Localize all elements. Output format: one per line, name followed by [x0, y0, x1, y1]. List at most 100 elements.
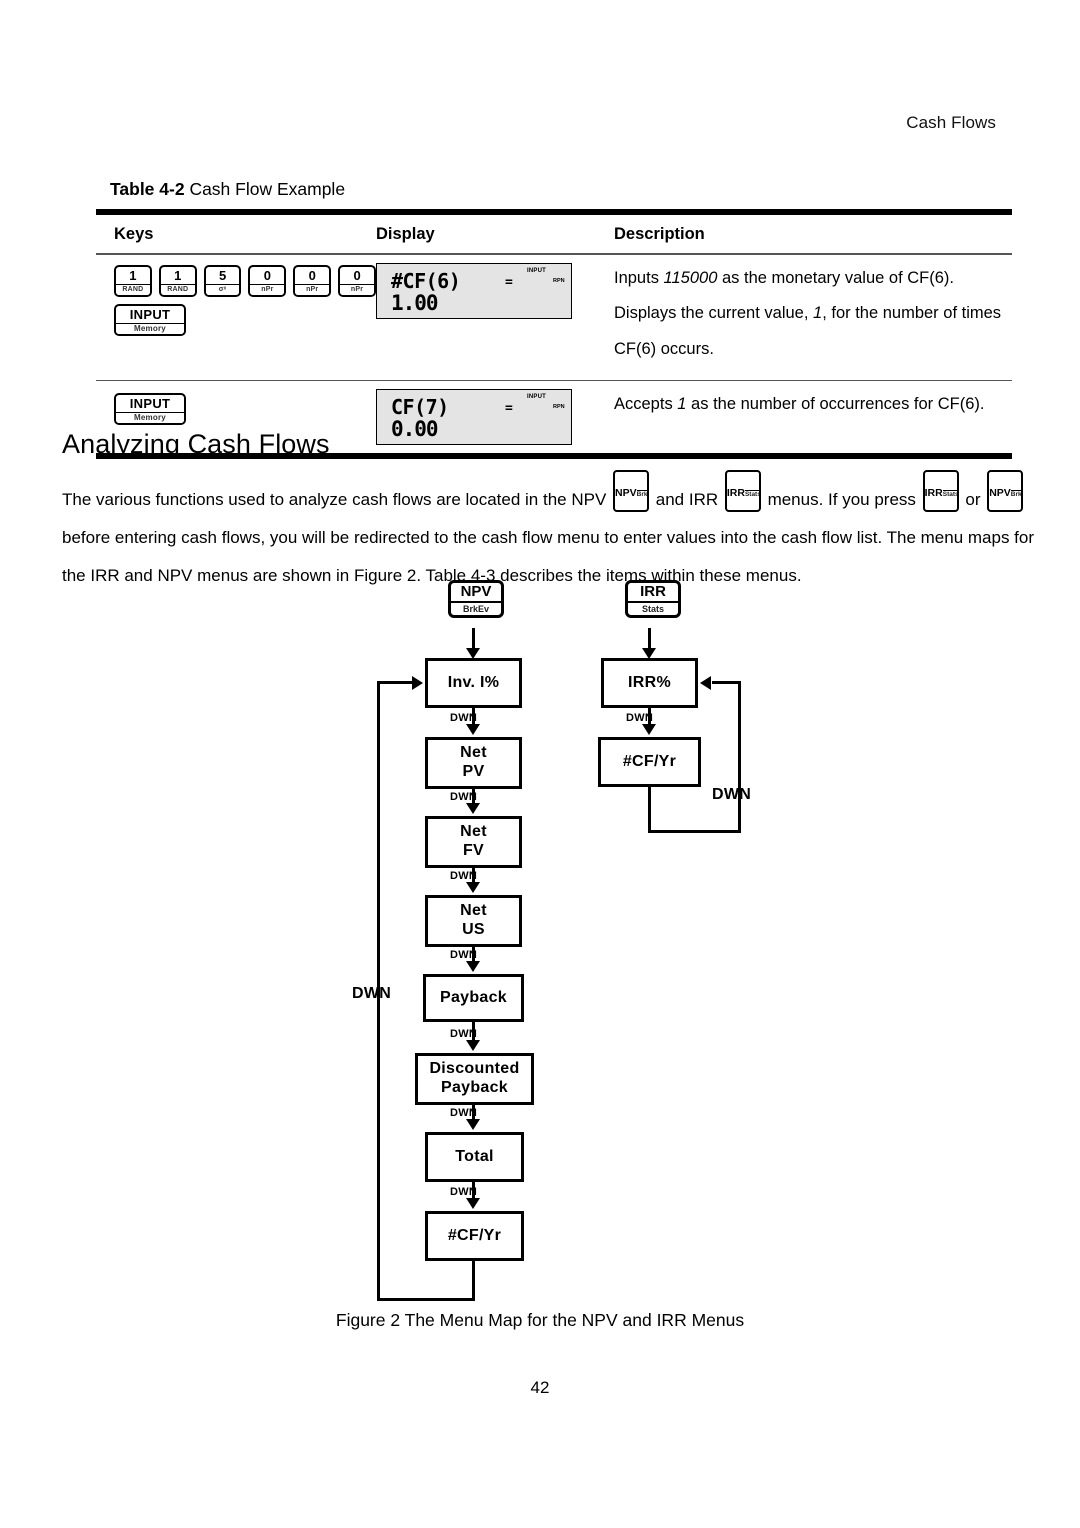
key-sequence: 1 RAND 1 RAND 5 σˣ 0 nPr 0 nPr 0 nPr: [114, 264, 376, 297]
key-main-label: NPV: [615, 487, 637, 499]
menu-node-discounted-payback[interactable]: Discounted Payback: [415, 1053, 534, 1105]
lcd-value: 0.00: [391, 417, 439, 442]
cash-flow-example-table: Keys Display Description 1 RAND 1 RAND 5…: [96, 209, 1012, 460]
npv-brkev-key-icon-2[interactable]: NPVBrkEv: [987, 470, 1024, 512]
calculator-key-input-memory[interactable]: INPUT Memory: [114, 393, 186, 426]
key-main-label: IRR: [640, 583, 666, 600]
loop-connector-line: [648, 787, 651, 833]
arrow-down-icon: [466, 961, 480, 972]
loop-connector-line: [648, 830, 741, 833]
menu-node-net-us[interactable]: Net US: [425, 895, 522, 947]
lcd-equals-indicator: =: [505, 274, 513, 290]
transition-label-dwn: DWN: [626, 712, 654, 724]
arrow-down-icon: [466, 882, 480, 893]
transition-label-dwn: DWN: [450, 1028, 478, 1040]
menu-node-payback[interactable]: Payback: [423, 974, 524, 1022]
running-head: Cash Flows: [906, 113, 996, 132]
transition-label-dwn: DWN: [450, 1186, 478, 1198]
menu-node-inv-i[interactable]: Inv. I%: [425, 658, 522, 708]
key-sub-label: nPr: [250, 283, 285, 295]
lcd-value: 1.00: [391, 290, 439, 315]
arrow-down-icon: [466, 803, 480, 814]
calculator-key-5-sigma[interactable]: 5 σˣ: [203, 264, 242, 297]
loop-connector-line: [472, 1261, 475, 1301]
node-label-line1: Net: [460, 744, 487, 762]
arrow-down-icon: [466, 1198, 480, 1209]
text-post: as the monetary value of CF(6).: [717, 268, 954, 287]
paragraph-segment-3: menus. If you press: [762, 490, 921, 509]
paragraph-segment-2: and IRR: [651, 490, 723, 509]
text-pre: CF(6) occurs.: [614, 340, 714, 359]
transition-label-dwn: DWN: [450, 949, 478, 961]
loop-connector-line: [377, 681, 413, 684]
lcd-rpn-indicator: RPN: [553, 277, 565, 284]
key-sub-label: RAND: [160, 283, 195, 295]
npv-brkev-key-icon[interactable]: NPVBrkEv: [613, 470, 650, 512]
loop-label-dwn-irr: DWN: [712, 786, 752, 803]
column-header-display: Display: [376, 224, 435, 243]
key-main-label: 1: [174, 267, 182, 283]
node-label: IRR%: [628, 673, 671, 691]
key-main-label: 1: [129, 267, 137, 283]
npv-brkev-key-icon-figure[interactable]: NPV BrkEv: [448, 580, 504, 618]
menu-node-total[interactable]: Total: [425, 1132, 524, 1182]
cell-keys: INPUT Memory: [96, 381, 376, 435]
paragraph-segment-4: or: [960, 490, 986, 509]
irr-stats-key-icon-2[interactable]: IRRStats: [922, 470, 959, 512]
text-emphasis: 1: [813, 304, 823, 323]
text-pre: Displays the current value,: [614, 304, 814, 323]
cell-display: #CF(6) = INPUT RPN 1.00: [376, 255, 614, 327]
node-label-line2: FV: [462, 842, 485, 859]
key-main-label: IRR: [726, 487, 745, 499]
menu-node-net-fv[interactable]: Net FV: [425, 816, 522, 868]
lcd-display: CF(7) = INPUT RPN 0.00: [376, 389, 572, 446]
key-sub-label: Memory: [116, 412, 184, 424]
transition-label-dwn: DWN: [450, 791, 478, 803]
key-main-label: NPV: [989, 487, 1011, 499]
key-main-label: 0: [263, 267, 272, 283]
table-caption-label: Table 4-2: [110, 179, 185, 199]
node-label-line2: Payback: [440, 1079, 509, 1096]
text-pre: Accepts: [614, 395, 678, 414]
cell-description: Inputs 115000 as the monetary value of C…: [614, 255, 1012, 380]
transition-label-dwn: DWN: [450, 712, 478, 724]
calculator-key-0-npr-1[interactable]: 0 nPr: [248, 264, 287, 297]
key-main-label: INPUT: [129, 306, 171, 322]
text-post: as the number of occurrences for CF(6).: [686, 395, 985, 414]
lcd-equals-indicator: =: [505, 401, 513, 417]
calculator-key-input-memory[interactable]: INPUT Memory: [114, 303, 186, 336]
key-sub-label: σˣ: [205, 283, 240, 295]
key-sub-label: RAND: [116, 283, 150, 295]
table-header-row: Keys Display Description: [96, 215, 1012, 253]
lcd-primary-text: CF(7): [391, 395, 449, 420]
calculator-key-1-rand-2[interactable]: 1 RAND: [158, 264, 197, 297]
menu-map-figure: NPV BrkEv IRR Stats Inv. I% Net PV Net F…: [0, 570, 1080, 1310]
irr-stats-key-icon-figure[interactable]: IRR Stats: [625, 580, 681, 618]
loop-connector-line: [712, 681, 741, 684]
menu-node-net-pv[interactable]: Net PV: [425, 737, 522, 789]
key-sub-label: Stats: [744, 490, 761, 498]
column-header-description: Description: [614, 224, 705, 243]
node-label: Inv. I%: [447, 673, 500, 691]
arrow-down-icon: [642, 724, 656, 735]
table-caption-text: Cash Flow Example: [184, 179, 346, 199]
irr-stats-key-icon[interactable]: IRRStats: [724, 470, 761, 512]
node-label-line1: Net: [460, 902, 487, 920]
lcd-input-indicator: INPUT: [527, 394, 546, 401]
calculator-key-1-rand[interactable]: 1 RAND: [114, 264, 152, 297]
calculator-key-0-npr-3[interactable]: 0 nPr: [338, 264, 376, 297]
cell-description: Accepts 1 as the number of occurrences f…: [614, 381, 1012, 435]
calculator-key-0-npr-2[interactable]: 0 nPr: [293, 264, 332, 297]
node-label: #CF/Yr: [447, 1226, 502, 1244]
page-title: Analyzing Cash Flows: [62, 429, 330, 459]
lcd-display: #CF(6) = INPUT RPN 1.00: [376, 262, 572, 319]
table-row: 1 RAND 1 RAND 5 σˣ 0 nPr 0 nPr 0 nPr INP…: [96, 255, 1012, 380]
key-main-label: 0: [353, 267, 361, 283]
description-line: Accepts 1 as the number of occurrences f…: [614, 391, 1012, 418]
menu-node-cf-per-yr-npv[interactable]: #CF/Yr: [425, 1211, 524, 1261]
arrow-right-icon: [412, 676, 423, 690]
menu-node-cf-per-yr-irr[interactable]: #CF/Yr: [598, 737, 701, 787]
key-main-label: NPV: [460, 583, 492, 600]
arrow-down-icon: [466, 724, 480, 735]
menu-node-irr-percent[interactable]: IRR%: [601, 658, 698, 708]
